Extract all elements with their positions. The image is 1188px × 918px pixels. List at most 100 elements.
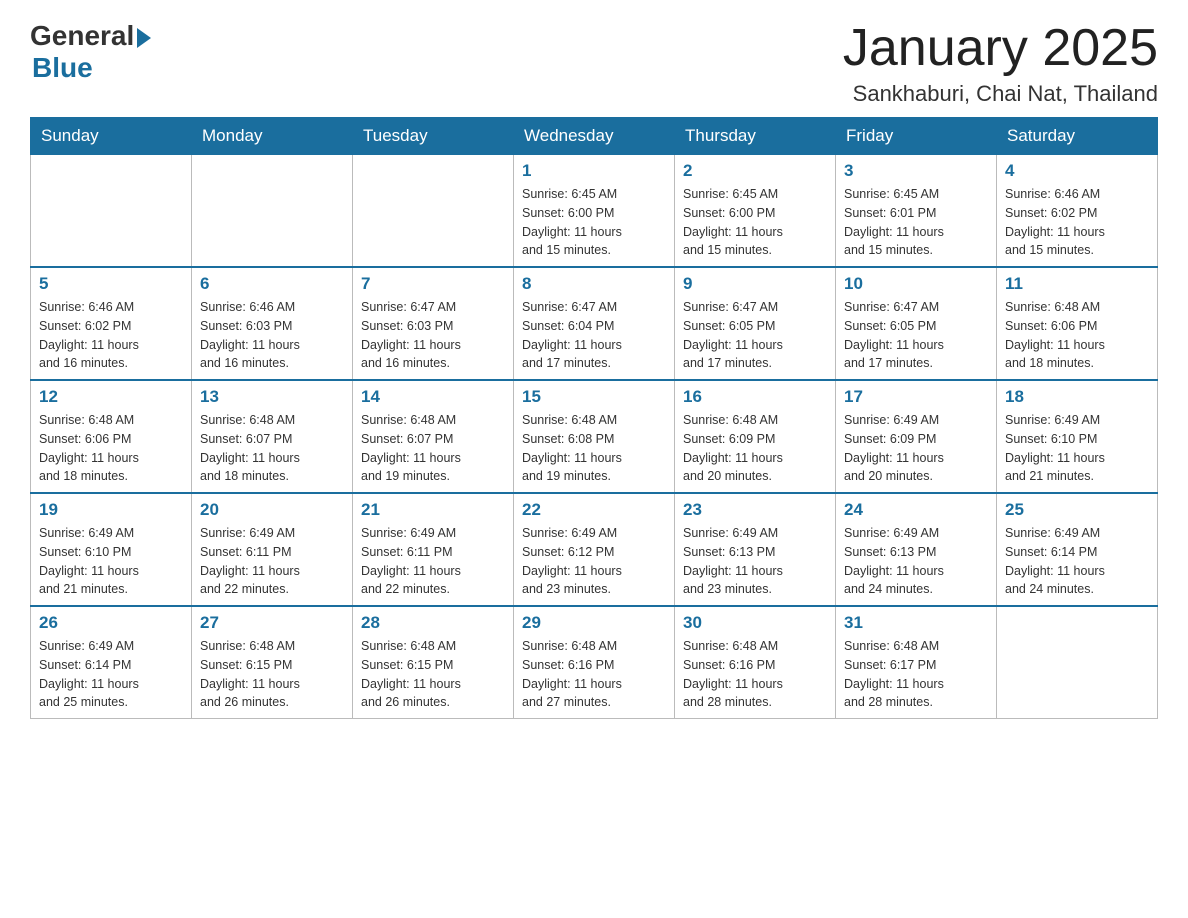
day-number: 30 — [683, 613, 827, 633]
calendar-week-row: 1 Sunrise: 6:45 AM Sunset: 6:00 PM Daylig… — [31, 155, 1158, 268]
day-number: 1 — [522, 161, 666, 181]
calendar-cell: 11 Sunrise: 6:48 AM Sunset: 6:06 PM Dayli… — [997, 267, 1158, 380]
col-header-thursday: Thursday — [675, 118, 836, 155]
calendar-cell: 30 Sunrise: 6:48 AM Sunset: 6:16 PM Dayli… — [675, 606, 836, 719]
col-header-tuesday: Tuesday — [353, 118, 514, 155]
calendar-week-row: 26 Sunrise: 6:49 AM Sunset: 6:14 PM Dayli… — [31, 606, 1158, 719]
day-info: Sunrise: 6:46 AM Sunset: 6:02 PM Dayligh… — [1005, 185, 1149, 260]
calendar-week-row: 12 Sunrise: 6:48 AM Sunset: 6:06 PM Dayli… — [31, 380, 1158, 493]
location: Sankhaburi, Chai Nat, Thailand — [843, 81, 1158, 107]
day-number: 23 — [683, 500, 827, 520]
calendar-cell: 5 Sunrise: 6:46 AM Sunset: 6:02 PM Daylig… — [31, 267, 192, 380]
calendar-cell: 3Sunrise: 6:45 AM Sunset: 6:01 PM Daylig… — [836, 155, 997, 268]
calendar-cell — [353, 155, 514, 268]
day-number: 19 — [39, 500, 183, 520]
day-info: Sunrise: 6:48 AM Sunset: 6:16 PM Dayligh… — [522, 637, 666, 712]
day-info: Sunrise: 6:49 AM Sunset: 6:10 PM Dayligh… — [39, 524, 183, 599]
day-info: Sunrise: 6:45 AM Sunset: 6:01 PM Dayligh… — [844, 185, 988, 260]
calendar-table: SundayMondayTuesdayWednesdayThursdayFrid… — [30, 117, 1158, 719]
day-info: Sunrise: 6:48 AM Sunset: 6:17 PM Dayligh… — [844, 637, 988, 712]
day-number: 12 — [39, 387, 183, 407]
day-info: Sunrise: 6:46 AM Sunset: 6:03 PM Dayligh… — [200, 298, 344, 373]
calendar-cell: 22 Sunrise: 6:49 AM Sunset: 6:12 PM Dayli… — [514, 493, 675, 606]
day-info: Sunrise: 6:49 AM Sunset: 6:13 PM Dayligh… — [683, 524, 827, 599]
day-info: Sunrise: 6:49 AM Sunset: 6:10 PM Dayligh… — [1005, 411, 1149, 486]
calendar-cell: 8 Sunrise: 6:47 AM Sunset: 6:04 PM Daylig… — [514, 267, 675, 380]
calendar-cell: 15Sunrise: 6:48 AM Sunset: 6:08 PM Dayli… — [514, 380, 675, 493]
col-header-sunday: Sunday — [31, 118, 192, 155]
calendar-cell: 20 Sunrise: 6:49 AM Sunset: 6:11 PM Dayli… — [192, 493, 353, 606]
calendar-cell: 14Sunrise: 6:48 AM Sunset: 6:07 PM Dayli… — [353, 380, 514, 493]
day-info: Sunrise: 6:49 AM Sunset: 6:13 PM Dayligh… — [844, 524, 988, 599]
calendar-cell: 7Sunrise: 6:47 AM Sunset: 6:03 PM Daylig… — [353, 267, 514, 380]
calendar-cell: 27Sunrise: 6:48 AM Sunset: 6:15 PM Dayli… — [192, 606, 353, 719]
calendar-week-row: 5 Sunrise: 6:46 AM Sunset: 6:02 PM Daylig… — [31, 267, 1158, 380]
day-info: Sunrise: 6:45 AM Sunset: 6:00 PM Dayligh… — [683, 185, 827, 260]
day-number: 20 — [200, 500, 344, 520]
calendar-cell — [997, 606, 1158, 719]
calendar-cell: 18 Sunrise: 6:49 AM Sunset: 6:10 PM Dayli… — [997, 380, 1158, 493]
day-info: Sunrise: 6:45 AM Sunset: 6:00 PM Dayligh… — [522, 185, 666, 260]
col-header-saturday: Saturday — [997, 118, 1158, 155]
day-number: 26 — [39, 613, 183, 633]
calendar-header-row: SundayMondayTuesdayWednesdayThursdayFrid… — [31, 118, 1158, 155]
col-header-friday: Friday — [836, 118, 997, 155]
day-info: Sunrise: 6:49 AM Sunset: 6:12 PM Dayligh… — [522, 524, 666, 599]
calendar-cell: 25 Sunrise: 6:49 AM Sunset: 6:14 PM Dayli… — [997, 493, 1158, 606]
day-number: 27 — [200, 613, 344, 633]
day-number: 4 — [1005, 161, 1149, 181]
day-info: Sunrise: 6:48 AM Sunset: 6:08 PM Dayligh… — [522, 411, 666, 486]
day-number: 28 — [361, 613, 505, 633]
calendar-cell — [192, 155, 353, 268]
col-header-wednesday: Wednesday — [514, 118, 675, 155]
day-number: 11 — [1005, 274, 1149, 294]
calendar-cell: 9 Sunrise: 6:47 AM Sunset: 6:05 PM Daylig… — [675, 267, 836, 380]
calendar-cell — [31, 155, 192, 268]
calendar-cell: 26 Sunrise: 6:49 AM Sunset: 6:14 PM Dayli… — [31, 606, 192, 719]
calendar-cell: 29Sunrise: 6:48 AM Sunset: 6:16 PM Dayli… — [514, 606, 675, 719]
day-number: 21 — [361, 500, 505, 520]
day-info: Sunrise: 6:49 AM Sunset: 6:11 PM Dayligh… — [361, 524, 505, 599]
month-title: January 2025 — [843, 20, 1158, 77]
calendar-cell: 16Sunrise: 6:48 AM Sunset: 6:09 PM Dayli… — [675, 380, 836, 493]
day-number: 22 — [522, 500, 666, 520]
day-number: 9 — [683, 274, 827, 294]
day-info: Sunrise: 6:48 AM Sunset: 6:06 PM Dayligh… — [39, 411, 183, 486]
day-info: Sunrise: 6:48 AM Sunset: 6:07 PM Dayligh… — [200, 411, 344, 486]
calendar-cell: 6 Sunrise: 6:46 AM Sunset: 6:03 PM Daylig… — [192, 267, 353, 380]
day-number: 6 — [200, 274, 344, 294]
logo-arrow-icon — [137, 28, 151, 48]
day-number: 13 — [200, 387, 344, 407]
day-number: 2 — [683, 161, 827, 181]
calendar-cell: 31 Sunrise: 6:48 AM Sunset: 6:17 PM Dayli… — [836, 606, 997, 719]
day-number: 8 — [522, 274, 666, 294]
day-number: 24 — [844, 500, 988, 520]
calendar-cell: 17Sunrise: 6:49 AM Sunset: 6:09 PM Dayli… — [836, 380, 997, 493]
day-info: Sunrise: 6:49 AM Sunset: 6:14 PM Dayligh… — [1005, 524, 1149, 599]
day-number: 25 — [1005, 500, 1149, 520]
calendar-cell: 12 Sunrise: 6:48 AM Sunset: 6:06 PM Dayli… — [31, 380, 192, 493]
day-info: Sunrise: 6:48 AM Sunset: 6:06 PM Dayligh… — [1005, 298, 1149, 373]
day-info: Sunrise: 6:46 AM Sunset: 6:02 PM Dayligh… — [39, 298, 183, 373]
day-info: Sunrise: 6:49 AM Sunset: 6:14 PM Dayligh… — [39, 637, 183, 712]
day-info: Sunrise: 6:48 AM Sunset: 6:15 PM Dayligh… — [361, 637, 505, 712]
col-header-monday: Monday — [192, 118, 353, 155]
calendar-cell: 2 Sunrise: 6:45 AM Sunset: 6:00 PM Daylig… — [675, 155, 836, 268]
calendar-cell: 28 Sunrise: 6:48 AM Sunset: 6:15 PM Dayli… — [353, 606, 514, 719]
day-info: Sunrise: 6:49 AM Sunset: 6:09 PM Dayligh… — [844, 411, 988, 486]
calendar-cell: 4 Sunrise: 6:46 AM Sunset: 6:02 PM Daylig… — [997, 155, 1158, 268]
day-info: Sunrise: 6:48 AM Sunset: 6:16 PM Dayligh… — [683, 637, 827, 712]
day-number: 18 — [1005, 387, 1149, 407]
day-info: Sunrise: 6:47 AM Sunset: 6:05 PM Dayligh… — [844, 298, 988, 373]
day-info: Sunrise: 6:47 AM Sunset: 6:03 PM Dayligh… — [361, 298, 505, 373]
day-info: Sunrise: 6:47 AM Sunset: 6:05 PM Dayligh… — [683, 298, 827, 373]
calendar-cell: 13 Sunrise: 6:48 AM Sunset: 6:07 PM Dayli… — [192, 380, 353, 493]
day-info: Sunrise: 6:47 AM Sunset: 6:04 PM Dayligh… — [522, 298, 666, 373]
logo-blue: Blue — [32, 52, 93, 84]
day-number: 10 — [844, 274, 988, 294]
day-number: 5 — [39, 274, 183, 294]
day-info: Sunrise: 6:49 AM Sunset: 6:11 PM Dayligh… — [200, 524, 344, 599]
calendar-cell: 1 Sunrise: 6:45 AM Sunset: 6:00 PM Daylig… — [514, 155, 675, 268]
day-number: 31 — [844, 613, 988, 633]
day-info: Sunrise: 6:48 AM Sunset: 6:07 PM Dayligh… — [361, 411, 505, 486]
